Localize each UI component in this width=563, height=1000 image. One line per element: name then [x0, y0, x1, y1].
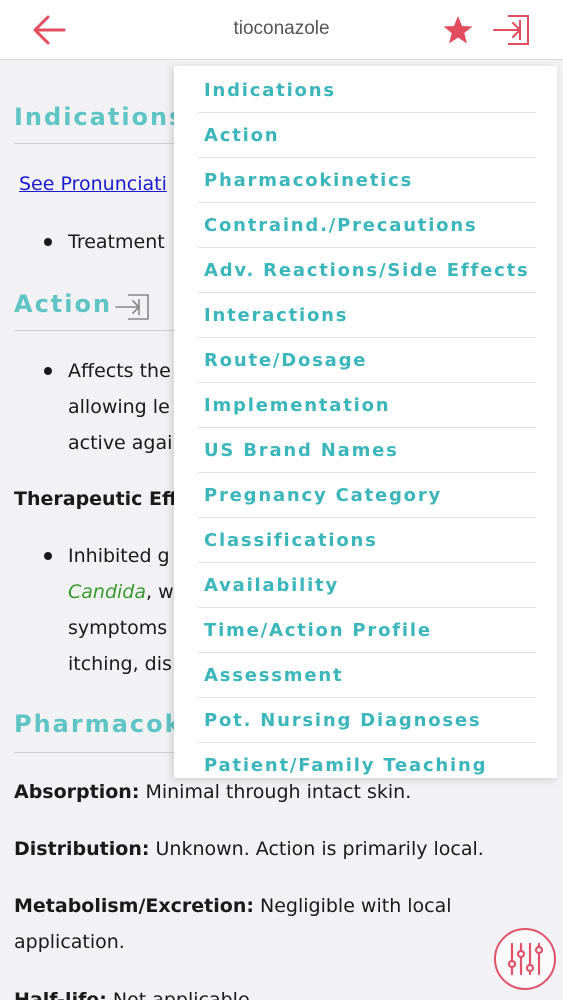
favorite-button[interactable] [441, 13, 475, 47]
menu-item-label: Time/Action Profile [204, 620, 432, 641]
halflife-row: Half-life: Not applicable [14, 982, 250, 1000]
menu-item-label: Pregnancy Category [204, 485, 443, 506]
halflife-value: Not applicable [106, 989, 250, 1000]
star-icon [443, 16, 473, 44]
metabolism-label: Metabolism/Excretion: [14, 895, 254, 917]
menu-item-label: Indications [204, 80, 336, 101]
distribution-row: Distribution: Unknown. Action is primari… [14, 831, 484, 867]
filter-button[interactable] [494, 928, 556, 990]
menu-item-us-brand-names[interactable]: US Brand Names [198, 428, 536, 473]
menu-item-classifications[interactable]: Classifications [198, 518, 536, 563]
exit-arrow-icon [493, 15, 529, 45]
section-menu: Indications Action Pharmacokinetics Cont… [174, 66, 557, 778]
therapeutic-text-line: itching, dis [68, 653, 172, 675]
therapeutic-effects-heading: Therapeutic Eff [14, 488, 178, 510]
pharmacokinetics-heading: Pharmacok [14, 710, 183, 738]
menu-item-adverse-reactions[interactable]: Adv. Reactions/Side Effects [198, 248, 536, 293]
bullet [44, 238, 52, 246]
menu-item-label: Adv. Reactions/Side Effects [204, 260, 530, 281]
top-bar: tioconazole [0, 0, 563, 60]
menu-item-label: Implementation [204, 395, 391, 416]
organism-name: Candida [68, 581, 146, 603]
menu-item-label: Pot. Nursing Diagnoses [204, 710, 482, 731]
metabolism-row: Metabolism/Excretion: Negligible with lo… [14, 888, 452, 924]
menu-item-label: Pharmacokinetics [204, 170, 414, 191]
pronunciation-link[interactable]: See Pronunciati [19, 173, 167, 195]
action-text-line: Affects the [68, 360, 171, 382]
action-text-line: active agai [68, 432, 173, 454]
menu-item-availability[interactable]: Availability [198, 563, 536, 608]
menu-item-time-action-profile[interactable]: Time/Action Profile [198, 608, 536, 653]
therapeutic-text-rest: , w [146, 581, 174, 603]
menu-item-pharmacokinetics[interactable]: Pharmacokinetics [198, 158, 536, 203]
menu-item-indications[interactable]: Indications [198, 68, 536, 113]
menu-item-label: Contraind./Precautions [204, 215, 478, 236]
action-heading: Action [14, 290, 113, 318]
menu-item-contraindications[interactable]: Contraind./Precautions [198, 203, 536, 248]
halflife-label: Half-life: [14, 989, 107, 1000]
therapeutic-text-line: symptoms [68, 617, 168, 639]
menu-item-assessment[interactable]: Assessment [198, 653, 536, 698]
therapeutic-text-line: Inhibited g [68, 545, 170, 567]
exit-arrow-icon [115, 294, 149, 320]
distribution-label: Distribution: [14, 838, 150, 860]
menu-item-implementation[interactable]: Implementation [198, 383, 536, 428]
menu-item-label: Interactions [204, 305, 349, 326]
bullet [44, 367, 52, 375]
therapeutic-text-line: Candida, w [68, 574, 174, 610]
menu-item-route-dosage[interactable]: Route/Dosage [198, 338, 536, 383]
section-menu-button[interactable] [490, 11, 534, 49]
menu-item-action[interactable]: Action [198, 113, 536, 158]
indication-text: Treatment [68, 231, 165, 253]
menu-item-interactions[interactable]: Interactions [198, 293, 536, 338]
action-text-line: allowing le [68, 396, 170, 418]
menu-item-pregnancy-category[interactable]: Pregnancy Category [198, 473, 536, 518]
indications-heading: Indications [14, 103, 186, 131]
menu-item-label: Patient/Family Teaching [204, 755, 488, 776]
menu-item-label: Route/Dosage [204, 350, 368, 371]
menu-item-label: Assessment [204, 665, 344, 686]
sliders-icon [507, 942, 544, 976]
menu-item-label: Availability [204, 575, 339, 596]
menu-item-nursing-diagnoses[interactable]: Pot. Nursing Diagnoses [198, 698, 536, 743]
page-title: tioconazole [233, 18, 330, 39]
metabolism-row-cont: application. [14, 931, 125, 953]
bullet [44, 552, 52, 560]
metabolism-value: Negligible with local [253, 895, 452, 917]
menu-item-patient-teaching[interactable]: Patient/Family Teaching [198, 743, 536, 788]
menu-item-label: Classifications [204, 530, 378, 551]
menu-item-label: Action [204, 125, 280, 146]
menu-item-label: US Brand Names [204, 440, 399, 461]
section-jump-button[interactable] [114, 292, 152, 326]
absorption-label: Absorption: [14, 781, 140, 803]
distribution-value: Unknown. Action is primarily local. [149, 838, 484, 860]
